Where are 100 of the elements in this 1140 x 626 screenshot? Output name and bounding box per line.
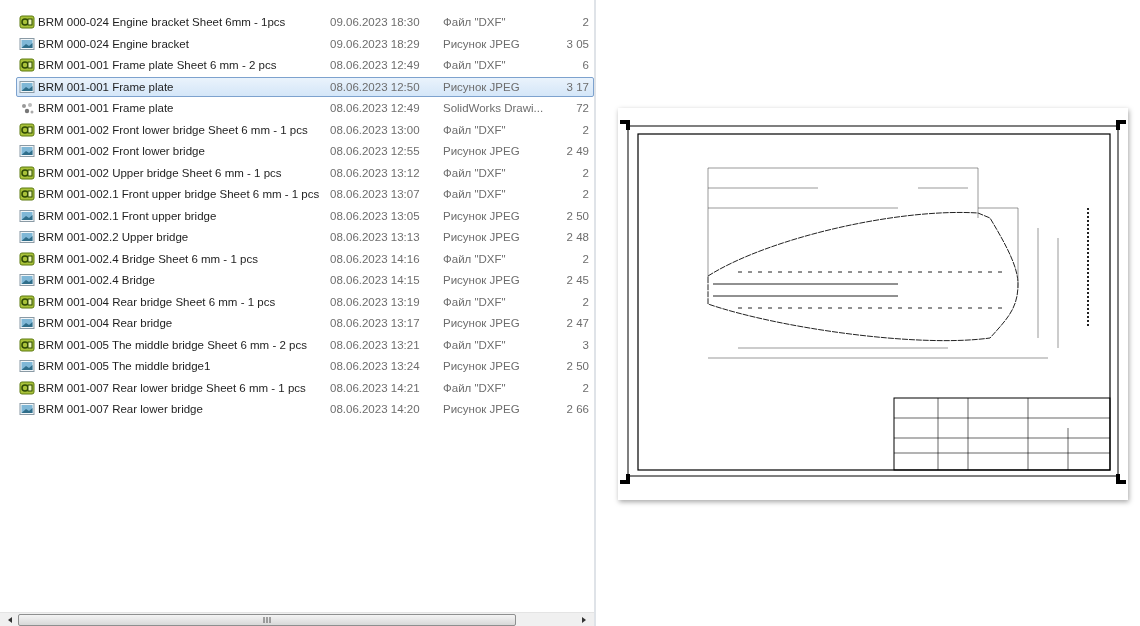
file-size: 3 05 bbox=[565, 37, 590, 50]
file-row[interactable]: BRM 001-004 Rear bridge Sheet 6 mm - 1 pcs 08.06.2023 13:19 Файл "DXF" 2 bbox=[16, 291, 594, 312]
file-date: 08.06.2023 14:16 bbox=[330, 252, 421, 265]
file-name: BRM 001-005 The middle bridge1 bbox=[38, 360, 212, 373]
file-row[interactable]: BRM 001-001 Frame plate Sheet 6 mm - 2 pcs 08.06.2023 12:49 Файл "DXF" 6 bbox=[16, 55, 594, 76]
file-name: BRM 001-002.1 Front upper bridge Sheet 6 mm - 1 pcs bbox=[38, 188, 321, 201]
file-type: Рисунок JPEG bbox=[443, 231, 521, 244]
file-type: Рисунок JPEG bbox=[443, 37, 521, 50]
file-type: Файл "DXF" bbox=[443, 188, 507, 201]
dxf-file-icon bbox=[19, 293, 35, 310]
file-row[interactable]: BRM 001-002.4 Bridge Sheet 6 mm - 1 pcs 08.06.2023 14:16 Файл "DXF" 2 bbox=[16, 248, 594, 269]
file-size: 2 48 bbox=[565, 231, 590, 244]
image-file-icon bbox=[19, 78, 35, 95]
file-row[interactable]: BRM 001-004 Rear bridge 08.06.2023 13:17 Рисунок JPEG 2 47 bbox=[16, 313, 594, 334]
file-date: 09.06.2023 18:30 bbox=[330, 16, 421, 29]
image-file-icon bbox=[19, 272, 35, 289]
file-name: BRM 001-004 Rear bridge bbox=[38, 317, 174, 330]
file-date: 09.06.2023 18:29 bbox=[330, 37, 421, 50]
file-name: BRM 001-004 Rear bridge Sheet 6 mm - 1 pcs bbox=[38, 295, 277, 308]
file-date: 08.06.2023 13:07 bbox=[330, 188, 421, 201]
file-row[interactable]: BRM 000-024 Engine bracket Sheet 6mm - 1pcs 09.06.2023 18:30 Файл "DXF" 2 bbox=[16, 12, 594, 33]
file-row[interactable]: BRM 001-002 Front lower bridge Sheet 6 mm - 1 pcs 08.06.2023 13:00 Файл "DXF" 2 bbox=[16, 119, 594, 140]
file-row[interactable]: BRM 001-002.1 Front upper bridge 08.06.2023 13:05 Рисунок JPEG 2 50 bbox=[16, 205, 594, 226]
file-row[interactable]: BRM 000-024 Engine bracket 09.06.2023 18:29 Рисунок JPEG 3 05 bbox=[16, 33, 594, 54]
image-file-icon bbox=[19, 143, 35, 160]
file-row[interactable]: BRM 001-001 Frame plate 08.06.2023 12:50 Рисунок JPEG 3 17 bbox=[16, 76, 594, 97]
file-row[interactable]: BRM 001-002 Upper bridge Sheet 6 mm - 1 pcs 08.06.2023 13:12 Файл "DXF" 2 bbox=[16, 162, 594, 183]
file-name: BRM 001-002.4 Bridge bbox=[38, 274, 156, 287]
dxf-file-icon bbox=[19, 121, 35, 138]
file-size: 2 49 bbox=[565, 145, 590, 158]
image-file-icon bbox=[19, 229, 35, 246]
file-size: 72 bbox=[575, 102, 590, 115]
file-date: 08.06.2023 13:05 bbox=[330, 209, 421, 222]
file-type: Файл "DXF" bbox=[443, 16, 507, 29]
file-date: 08.06.2023 12:49 bbox=[330, 102, 421, 115]
dxf-file-icon bbox=[19, 336, 35, 353]
file-date: 08.06.2023 13:13 bbox=[330, 231, 421, 244]
file-type: Файл "DXF" bbox=[443, 381, 507, 394]
file-type: Рисунок JPEG bbox=[443, 80, 521, 93]
file-name: BRM 001-002.1 Front upper bridge bbox=[38, 209, 218, 222]
file-name: BRM 000-024 Engine bracket Sheet 6mm - 1pcs bbox=[38, 16, 287, 29]
file-row[interactable]: BRM 001-001 Frame plate 08.06.2023 12:49 SolidWorks Drawi... 72 bbox=[16, 98, 594, 119]
dxf-file-icon bbox=[19, 250, 35, 267]
scroll-right-icon[interactable] bbox=[580, 615, 588, 624]
file-size: 2 bbox=[581, 16, 590, 29]
file-date: 08.06.2023 14:21 bbox=[330, 381, 421, 394]
file-type: Рисунок JPEG bbox=[443, 317, 521, 330]
file-size: 3 17 bbox=[565, 80, 590, 93]
file-row[interactable]: BRM 001-005 The middle bridge Sheet 6 mm - 2 pcs 08.06.2023 13:21 Файл "DXF" 3 bbox=[16, 334, 594, 355]
file-date: 08.06.2023 13:12 bbox=[330, 166, 421, 179]
file-size: 2 45 bbox=[565, 274, 590, 287]
image-file-icon bbox=[19, 315, 35, 332]
file-size: 2 bbox=[581, 295, 590, 308]
file-name: BRM 001-001 Frame plate bbox=[38, 80, 175, 93]
file-type: Рисунок JPEG bbox=[443, 360, 521, 373]
file-row[interactable]: BRM 001-002.1 Front upper bridge Sheet 6 mm - 1 pcs 08.06.2023 13:07 Файл "DXF" 2 bbox=[16, 184, 594, 205]
dxf-file-icon bbox=[19, 164, 35, 181]
file-date: 08.06.2023 14:20 bbox=[330, 403, 421, 416]
file-type: Рисунок JPEG bbox=[443, 209, 521, 222]
file-type: Файл "DXF" bbox=[443, 338, 507, 351]
file-date: 08.06.2023 13:17 bbox=[330, 317, 421, 330]
file-type: SolidWorks Drawi... bbox=[443, 102, 543, 115]
file-row[interactable]: BRM 001-007 Rear lower bridge 08.06.2023 14:20 Рисунок JPEG 2 66 bbox=[16, 399, 594, 420]
file-type: Файл "DXF" bbox=[443, 166, 507, 179]
file-name: BRM 001-002 Upper bridge Sheet 6 mm - 1 pcs bbox=[38, 166, 283, 179]
file-size: 2 bbox=[581, 188, 590, 201]
file-row[interactable]: BRM 001-005 The middle bridge1 08.06.2023 13:24 Рисунок JPEG 2 50 bbox=[16, 356, 594, 377]
dxf-file-icon bbox=[19, 186, 35, 203]
file-row[interactable]: BRM 001-002.4 Bridge 08.06.2023 14:15 Рисунок JPEG 2 45 bbox=[16, 270, 594, 291]
file-name: BRM 001-002.4 Bridge Sheet 6 mm - 1 pcs bbox=[38, 252, 259, 265]
image-file-icon bbox=[19, 35, 35, 52]
file-type: Файл "DXF" bbox=[443, 59, 507, 72]
file-size: 2 bbox=[581, 166, 590, 179]
dxf-file-icon bbox=[19, 14, 35, 31]
file-name: BRM 001-005 The middle bridge Sheet 6 mm - 2 pcs bbox=[38, 338, 308, 351]
file-date: 08.06.2023 12:55 bbox=[330, 145, 421, 158]
file-row[interactable]: BRM 001-002.2 Upper bridge 08.06.2023 13:13 Рисунок JPEG 2 48 bbox=[16, 227, 594, 248]
file-type: Рисунок JPEG bbox=[443, 274, 521, 287]
file-date: 08.06.2023 13:00 bbox=[330, 123, 421, 136]
file-name: BRM 000-024 Engine bracket bbox=[38, 37, 190, 50]
file-size: 2 bbox=[581, 252, 590, 265]
file-name: BRM 001-001 Frame plate bbox=[38, 102, 175, 115]
image-file-icon bbox=[19, 358, 35, 375]
file-date: 08.06.2023 13:24 bbox=[330, 360, 421, 373]
file-size: 2 47 bbox=[565, 317, 590, 330]
file-size: 2 50 bbox=[565, 360, 590, 373]
file-name: BRM 001-007 Rear lower bridge bbox=[38, 403, 204, 416]
image-file-icon bbox=[19, 401, 35, 418]
file-name: BRM 001-002 Front lower bridge bbox=[38, 145, 206, 158]
file-date: 08.06.2023 12:49 bbox=[330, 59, 421, 72]
file-name: BRM 001-002 Front lower bridge Sheet 6 mm - 1 pcs bbox=[38, 123, 309, 136]
file-row[interactable]: BRM 001-002 Front lower bridge 08.06.2023 12:55 Рисунок JPEG 2 49 bbox=[16, 141, 594, 162]
dxf-file-icon bbox=[19, 379, 35, 396]
file-type: Файл "DXF" bbox=[443, 123, 507, 136]
scroll-left-icon[interactable] bbox=[6, 615, 14, 624]
file-size: 2 66 bbox=[565, 403, 590, 416]
file-date: 08.06.2023 13:19 bbox=[330, 295, 421, 308]
file-size: 2 50 bbox=[565, 209, 590, 222]
file-row[interactable]: BRM 001-007 Rear lower bridge Sheet 6 mm - 1 pcs 08.06.2023 14:21 Файл "DXF" 2 bbox=[16, 377, 594, 398]
image-file-icon bbox=[19, 207, 35, 224]
